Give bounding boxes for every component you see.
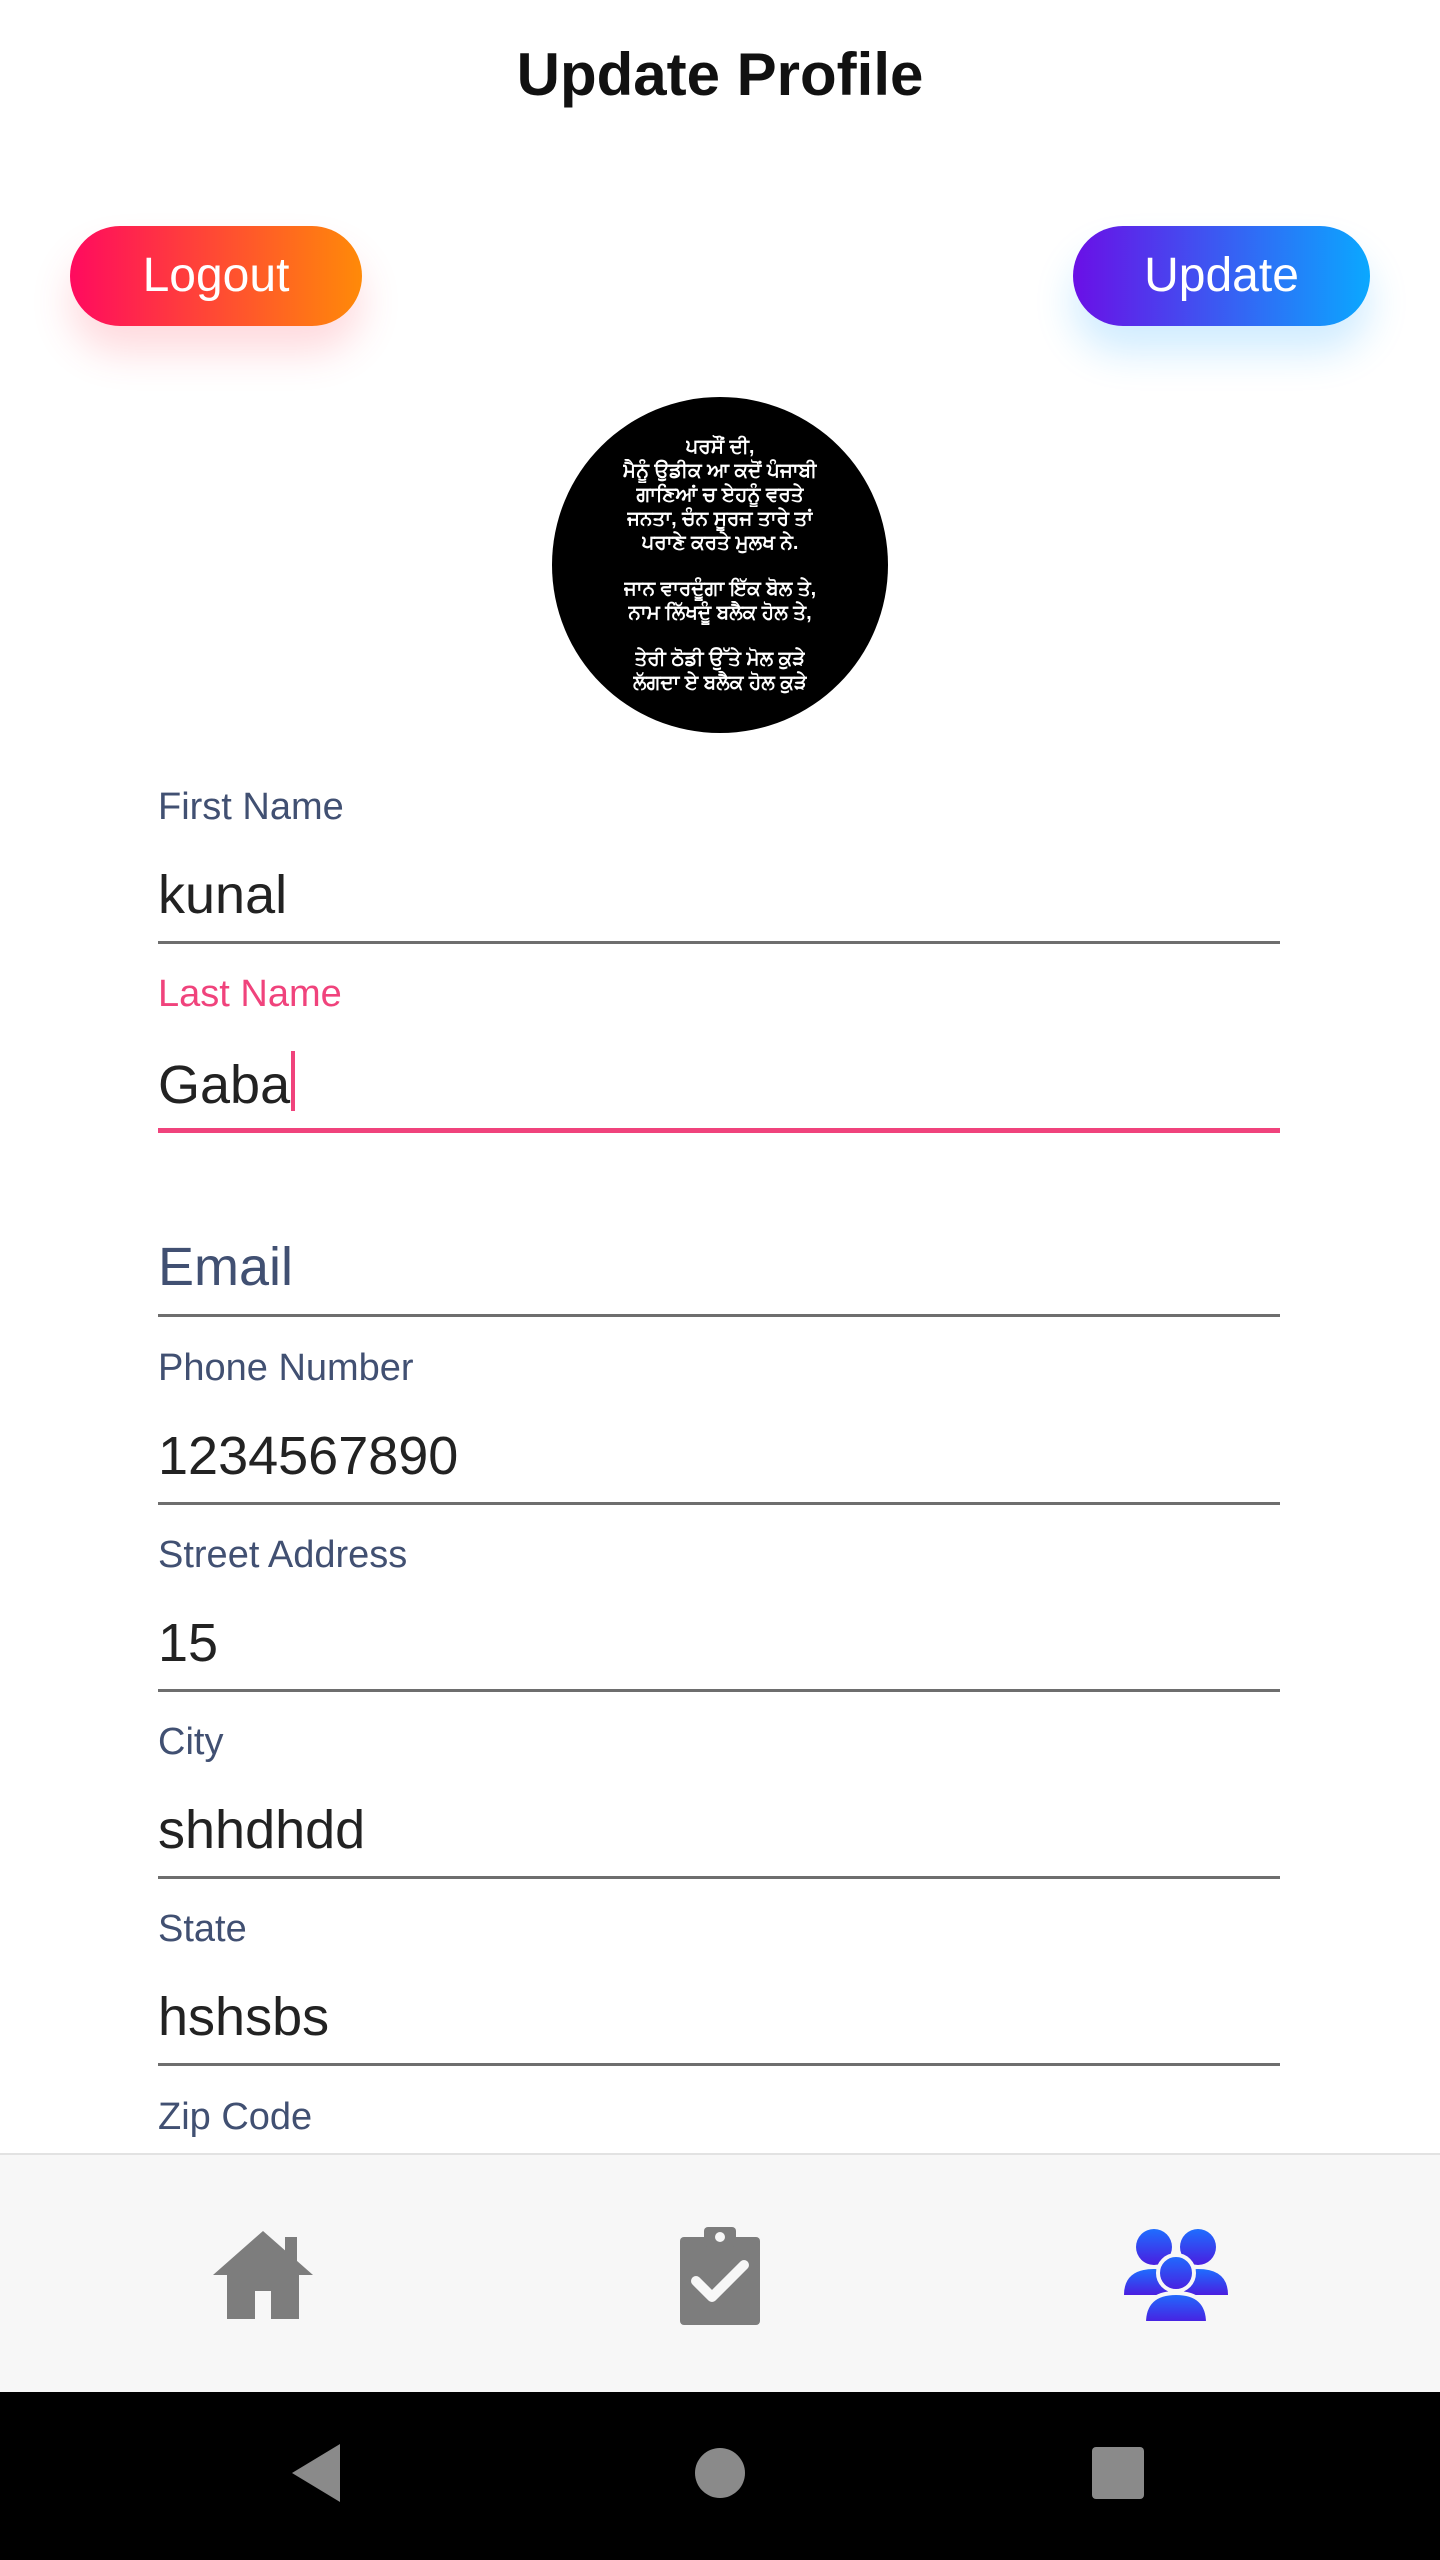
city-label: City: [158, 1721, 224, 1763]
last-name-underline: [158, 1128, 1280, 1133]
phone-label: Phone Number: [158, 1347, 414, 1389]
avatar-text-line: ਲੱਗਦਾ ਏ ਬਲੈਕ ਹੋਲ ਕੁੜੇ: [632, 672, 808, 694]
avatar-text-line: ਜਾਨ ਵਾਰਦੂੰਗਾ ਇੱਕ ਬੋਲ ਤੇ,: [623, 578, 817, 600]
street-address-label: Street Address: [158, 1534, 408, 1576]
last-name-field[interactable]: Last Name Gaba: [158, 973, 1280, 1135]
system-back-button[interactable]: [286, 2438, 346, 2513]
first-name-label: First Name: [158, 786, 344, 828]
state-label: State: [158, 1908, 247, 1950]
street-address-underline: [158, 1689, 1280, 1692]
phone-field[interactable]: Phone Number 1234567890: [158, 1347, 1280, 1507]
home-icon: [213, 2231, 313, 2319]
system-nav-bar: [0, 2392, 1440, 2560]
last-name-input[interactable]: Gaba: [158, 1051, 296, 1116]
avatar-text-line: ਪਰਾਣੇ ਕਰਤੇ ਮੁਲਖ ਨੇ.: [641, 532, 799, 554]
logout-button[interactable]: Logout: [70, 226, 362, 326]
city-input[interactable]: shhdhdd: [158, 1799, 365, 1861]
email-input[interactable]: Email: [158, 1236, 293, 1298]
state-field[interactable]: State hshsbs: [158, 1908, 1280, 2068]
text-cursor: [291, 1051, 296, 1111]
city-field[interactable]: City shhdhdd: [158, 1721, 1280, 1881]
state-underline: [158, 2063, 1280, 2066]
first-name-input[interactable]: kunal: [158, 864, 287, 926]
state-input[interactable]: hshsbs: [158, 1986, 329, 2048]
clipboard-check-icon: [680, 2227, 760, 2325]
system-home-button[interactable]: [690, 2438, 750, 2513]
avatar-text-line: ਮੈਨੂੰ ਉਡੀਕ ਆ ਕਦੋਂ ਪੰਜਾਬੀ: [622, 460, 818, 482]
back-icon: [292, 2444, 340, 2502]
page-title: Update Profile: [516, 41, 924, 108]
home-circle-icon: [695, 2448, 745, 2498]
tab-home[interactable]: [203, 2225, 323, 2325]
recents-icon: [1092, 2447, 1144, 2499]
bottom-tab-bar: [0, 2153, 1440, 2394]
street-address-input[interactable]: 15: [158, 1612, 218, 1674]
email-underline: [158, 1314, 1280, 1317]
avatar[interactable]: ਪਰਸੌਂ ਦੀ, ਮੈਨੂੰ ਉਡੀਕ ਆ ਕਦੋਂ ਪੰਜਾਬੀ ਗਾਣਿਆ…: [552, 397, 888, 733]
street-address-field[interactable]: Street Address 15: [158, 1534, 1280, 1694]
avatar-text-line: ਤੇਰੀ ਠੋਡੀ ਉੱਤੇ ਮੋਲ ਕੁੜੇ: [634, 648, 806, 670]
first-name-underline: [158, 941, 1280, 944]
phone-input[interactable]: 1234567890: [158, 1425, 458, 1487]
update-button[interactable]: Update: [1073, 226, 1370, 326]
city-underline: [158, 1876, 1280, 1879]
first-name-field[interactable]: First Name kunal: [158, 786, 1280, 946]
zip-code-label: Zip Code: [158, 2096, 313, 2138]
phone-underline: [158, 1502, 1280, 1505]
avatar-text-line: ਜਨਤਾ, ਚੰਨ ਸੂਰਜ ਤਾਰੇ ਤਾਂ: [626, 508, 813, 530]
system-recents-button[interactable]: [1088, 2438, 1148, 2513]
last-name-value: Gaba: [158, 1055, 291, 1115]
last-name-label: Last Name: [158, 973, 342, 1015]
avatar-text-line: ਪਰਸੌਂ ਦੀ,: [685, 436, 755, 458]
tab-profile[interactable]: [1116, 2225, 1236, 2325]
tab-tasks[interactable]: [660, 2225, 780, 2325]
email-field[interactable]: Email: [158, 1236, 1280, 1318]
people-icon: [1124, 2229, 1228, 2325]
avatar-text-line: ਨਾਮ ਲਿੱਖਦੂੰ ਬਲੈਕ ਹੋਲ ਤੇ,: [628, 602, 812, 624]
avatar-text-line: ਗਾਣਿਆਂ ਚ ਏਹਨੂੰ ਵਰਤੇ: [636, 484, 804, 506]
